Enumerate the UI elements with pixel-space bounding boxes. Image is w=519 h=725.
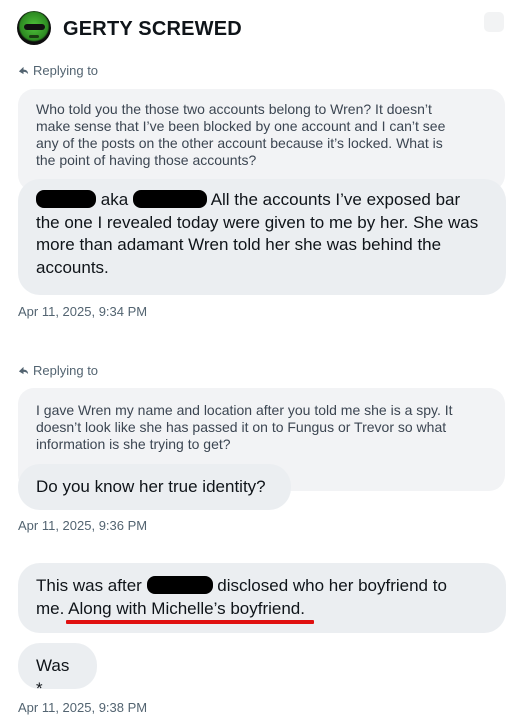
message-text: All the accounts I’ve exposed bar	[210, 190, 461, 209]
message-text: me.	[36, 598, 69, 618]
reply-arrow-icon	[18, 366, 29, 375]
timestamp: Apr 11, 2025, 9:38 PM	[18, 700, 148, 715]
message-line: aka All the accounts I’ve exposed bar	[36, 189, 488, 212]
avatar-glasses	[24, 24, 45, 30]
message-bubble[interactable]: aka All the accounts I’ve exposed bar th…	[18, 179, 506, 295]
timestamp: Apr 11, 2025, 9:34 PM	[18, 304, 148, 319]
message-line: accounts.	[36, 257, 109, 277]
conversation-header: GERTY SCREWED	[14, 8, 504, 48]
replying-to-label: Replying to	[33, 363, 99, 378]
replying-to: Replying to	[18, 363, 98, 378]
message-line: me. Along with Michelle’s boyfriend.	[36, 598, 488, 621]
message-text: aka	[100, 190, 129, 209]
redacted-name	[36, 190, 96, 208]
quote-line: I gave Wren my name and location after y…	[36, 402, 453, 418]
red-underline	[66, 620, 314, 624]
replying-to: Replying to	[18, 63, 98, 78]
reply-arrow-icon	[18, 66, 29, 75]
message-text: Was *	[36, 656, 70, 698]
message-text: .	[300, 598, 305, 618]
message-line: the one I revealed today were given to m…	[36, 212, 479, 232]
quote-line: the point of having those accounts?	[36, 152, 257, 168]
replying-to-label: Replying to	[33, 63, 99, 78]
underlined-text: Along with Michelle’s boyfriend	[68, 598, 301, 618]
redacted-name	[132, 190, 207, 208]
message-line: more than adamant Wren told her she was …	[36, 235, 442, 254]
quote-line: Who told you the those two accounts belo…	[36, 101, 432, 117]
redacted-name	[146, 576, 213, 594]
corner-icon	[484, 12, 504, 32]
timestamp: Apr 11, 2025, 9:36 PM	[18, 518, 148, 533]
quote-line: any of the posts on the other account be…	[36, 135, 443, 151]
message-bubble[interactable]: Was *	[18, 643, 97, 698]
contact-name[interactable]: GERTY SCREWED	[63, 18, 242, 41]
message-text: disclosed who her boyfriend to	[217, 576, 447, 595]
quote-line: make sense that I’ve been blocked by one…	[36, 118, 446, 134]
message-text: Do you know her true identity?	[36, 477, 266, 496]
avatar-mouth	[29, 35, 39, 38]
avatar[interactable]	[17, 11, 51, 45]
message-text: This was after	[36, 576, 142, 595]
quoted-message[interactable]: Who told you the those two accounts belo…	[18, 89, 505, 191]
quote-line: doesn’t look like she has passed it on t…	[36, 419, 447, 435]
quote-line: information is she trying to get?	[36, 436, 231, 452]
message-line: This was after disclosed who her boyfrie…	[36, 575, 488, 598]
message-bubble[interactable]: Do you know her true identity?	[18, 464, 291, 510]
